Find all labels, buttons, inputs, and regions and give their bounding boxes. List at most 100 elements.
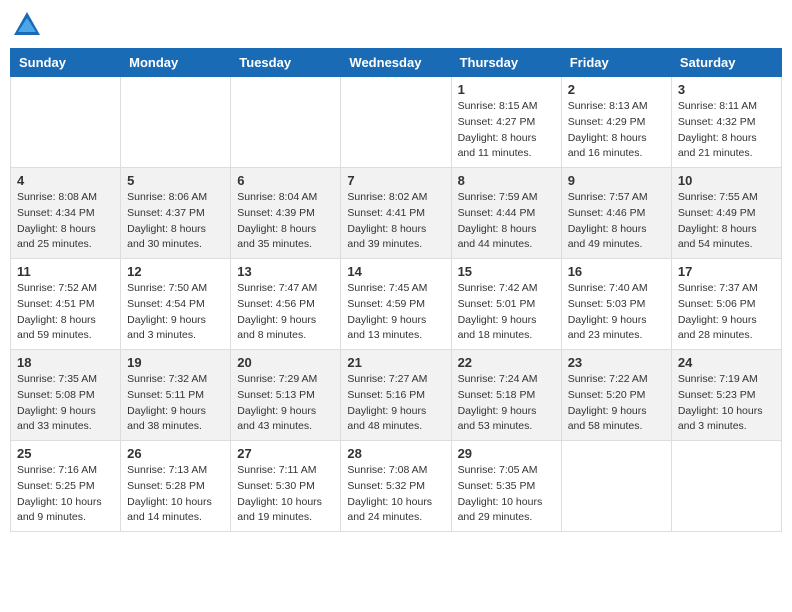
calendar-cell: 28 Sunrise: 7:08 AMSunset: 5:32 PMDayligh… (341, 441, 451, 532)
day-info: Sunrise: 7:45 AMSunset: 4:59 PMDaylight:… (347, 281, 444, 344)
calendar-cell: 22 Sunrise: 7:24 AMSunset: 5:18 PMDayligh… (451, 350, 561, 441)
day-header-wednesday: Wednesday (341, 49, 451, 77)
day-number: 21 (347, 355, 444, 370)
day-info: Sunrise: 8:06 AMSunset: 4:37 PMDaylight:… (127, 190, 224, 253)
calendar-cell: 11 Sunrise: 7:52 AMSunset: 4:51 PMDayligh… (11, 259, 121, 350)
calendar-cell: 9 Sunrise: 7:57 AMSunset: 4:46 PMDaylight… (561, 168, 671, 259)
calendar-cell (231, 77, 341, 168)
calendar-cell: 23 Sunrise: 7:22 AMSunset: 5:20 PMDayligh… (561, 350, 671, 441)
day-header-sunday: Sunday (11, 49, 121, 77)
calendar-cell: 1 Sunrise: 8:15 AMSunset: 4:27 PMDaylight… (451, 77, 561, 168)
day-number: 26 (127, 446, 224, 461)
calendar-cell: 5 Sunrise: 8:06 AMSunset: 4:37 PMDaylight… (121, 168, 231, 259)
day-info: Sunrise: 7:50 AMSunset: 4:54 PMDaylight:… (127, 281, 224, 344)
day-info: Sunrise: 8:15 AMSunset: 4:27 PMDaylight:… (458, 99, 555, 162)
day-number: 5 (127, 173, 224, 188)
day-info: Sunrise: 7:22 AMSunset: 5:20 PMDaylight:… (568, 372, 665, 435)
calendar-cell: 4 Sunrise: 8:08 AMSunset: 4:34 PMDaylight… (11, 168, 121, 259)
logo (10, 10, 42, 40)
day-info: Sunrise: 7:24 AMSunset: 5:18 PMDaylight:… (458, 372, 555, 435)
day-info: Sunrise: 7:13 AMSunset: 5:28 PMDaylight:… (127, 463, 224, 526)
calendar-cell: 13 Sunrise: 7:47 AMSunset: 4:56 PMDayligh… (231, 259, 341, 350)
day-info: Sunrise: 7:08 AMSunset: 5:32 PMDaylight:… (347, 463, 444, 526)
calendar-cell: 26 Sunrise: 7:13 AMSunset: 5:28 PMDayligh… (121, 441, 231, 532)
day-number: 22 (458, 355, 555, 370)
day-info: Sunrise: 7:11 AMSunset: 5:30 PMDaylight:… (237, 463, 334, 526)
day-info: Sunrise: 8:11 AMSunset: 4:32 PMDaylight:… (678, 99, 775, 162)
day-info: Sunrise: 7:19 AMSunset: 5:23 PMDaylight:… (678, 372, 775, 435)
day-header-friday: Friday (561, 49, 671, 77)
day-header-monday: Monday (121, 49, 231, 77)
day-info: Sunrise: 7:05 AMSunset: 5:35 PMDaylight:… (458, 463, 555, 526)
day-info: Sunrise: 7:47 AMSunset: 4:56 PMDaylight:… (237, 281, 334, 344)
calendar-week-row: 1 Sunrise: 8:15 AMSunset: 4:27 PMDaylight… (11, 77, 782, 168)
calendar-week-row: 25 Sunrise: 7:16 AMSunset: 5:25 PMDayligh… (11, 441, 782, 532)
day-number: 28 (347, 446, 444, 461)
calendar-header-row: SundayMondayTuesdayWednesdayThursdayFrid… (11, 49, 782, 77)
day-info: Sunrise: 8:04 AMSunset: 4:39 PMDaylight:… (237, 190, 334, 253)
day-number: 14 (347, 264, 444, 279)
calendar-cell: 20 Sunrise: 7:29 AMSunset: 5:13 PMDayligh… (231, 350, 341, 441)
day-info: Sunrise: 8:08 AMSunset: 4:34 PMDaylight:… (17, 190, 114, 253)
day-number: 16 (568, 264, 665, 279)
day-number: 15 (458, 264, 555, 279)
day-number: 29 (458, 446, 555, 461)
day-number: 2 (568, 82, 665, 97)
day-number: 18 (17, 355, 114, 370)
calendar-cell: 3 Sunrise: 8:11 AMSunset: 4:32 PMDaylight… (671, 77, 781, 168)
page-header (10, 10, 782, 40)
day-number: 7 (347, 173, 444, 188)
day-number: 1 (458, 82, 555, 97)
day-number: 11 (17, 264, 114, 279)
day-info: Sunrise: 7:55 AMSunset: 4:49 PMDaylight:… (678, 190, 775, 253)
day-number: 6 (237, 173, 334, 188)
calendar-cell: 16 Sunrise: 7:40 AMSunset: 5:03 PMDayligh… (561, 259, 671, 350)
day-info: Sunrise: 7:29 AMSunset: 5:13 PMDaylight:… (237, 372, 334, 435)
day-number: 10 (678, 173, 775, 188)
calendar-cell: 8Sunrise: 7:59 AMSunset: 4:44 PMDaylight… (451, 168, 561, 259)
day-number: 3 (678, 82, 775, 97)
calendar-cell: 12 Sunrise: 7:50 AMSunset: 4:54 PMDayligh… (121, 259, 231, 350)
calendar-cell: 10 Sunrise: 7:55 AMSunset: 4:49 PMDayligh… (671, 168, 781, 259)
calendar-cell: 14 Sunrise: 7:45 AMSunset: 4:59 PMDayligh… (341, 259, 451, 350)
day-header-tuesday: Tuesday (231, 49, 341, 77)
calendar-cell: 18 Sunrise: 7:35 AMSunset: 5:08 PMDayligh… (11, 350, 121, 441)
calendar-cell (671, 441, 781, 532)
day-number: 12 (127, 264, 224, 279)
day-number: 19 (127, 355, 224, 370)
day-number: 25 (17, 446, 114, 461)
calendar-cell: 19 Sunrise: 7:32 AMSunset: 5:11 PMDayligh… (121, 350, 231, 441)
calendar-cell (561, 441, 671, 532)
day-number: 20 (237, 355, 334, 370)
day-number: 23 (568, 355, 665, 370)
day-info: Sunrise: 7:37 AMSunset: 5:06 PMDaylight:… (678, 281, 775, 344)
day-info: Sunrise: 7:59 AMSunset: 4:44 PMDaylight:… (458, 190, 555, 253)
day-header-saturday: Saturday (671, 49, 781, 77)
day-number: 4 (17, 173, 114, 188)
day-info: Sunrise: 7:35 AMSunset: 5:08 PMDaylight:… (17, 372, 114, 435)
day-number: 9 (568, 173, 665, 188)
calendar-week-row: 11 Sunrise: 7:52 AMSunset: 4:51 PMDayligh… (11, 259, 782, 350)
day-info: Sunrise: 7:57 AMSunset: 4:46 PMDaylight:… (568, 190, 665, 253)
day-info: Sunrise: 7:16 AMSunset: 5:25 PMDaylight:… (17, 463, 114, 526)
calendar-week-row: 18 Sunrise: 7:35 AMSunset: 5:08 PMDayligh… (11, 350, 782, 441)
day-number: 17 (678, 264, 775, 279)
calendar-cell (341, 77, 451, 168)
calendar-cell: 2Sunrise: 8:13 AMSunset: 4:29 PMDaylight… (561, 77, 671, 168)
calendar-cell: 29 Sunrise: 7:05 AMSunset: 5:35 PMDayligh… (451, 441, 561, 532)
calendar-cell: 7 Sunrise: 8:02 AMSunset: 4:41 PMDaylight… (341, 168, 451, 259)
calendar-cell: 15Sunrise: 7:42 AMSunset: 5:01 PMDayligh… (451, 259, 561, 350)
day-info: Sunrise: 7:52 AMSunset: 4:51 PMDaylight:… (17, 281, 114, 344)
day-info: Sunrise: 7:40 AMSunset: 5:03 PMDaylight:… (568, 281, 665, 344)
logo-icon (12, 10, 42, 40)
calendar-cell: 17 Sunrise: 7:37 AMSunset: 5:06 PMDayligh… (671, 259, 781, 350)
day-number: 13 (237, 264, 334, 279)
day-number: 24 (678, 355, 775, 370)
day-number: 27 (237, 446, 334, 461)
calendar-cell: 21Sunrise: 7:27 AMSunset: 5:16 PMDayligh… (341, 350, 451, 441)
day-info: Sunrise: 8:02 AMSunset: 4:41 PMDaylight:… (347, 190, 444, 253)
calendar-cell: 25 Sunrise: 7:16 AMSunset: 5:25 PMDayligh… (11, 441, 121, 532)
calendar-cell (11, 77, 121, 168)
day-info: Sunrise: 7:32 AMSunset: 5:11 PMDaylight:… (127, 372, 224, 435)
day-header-thursday: Thursday (451, 49, 561, 77)
